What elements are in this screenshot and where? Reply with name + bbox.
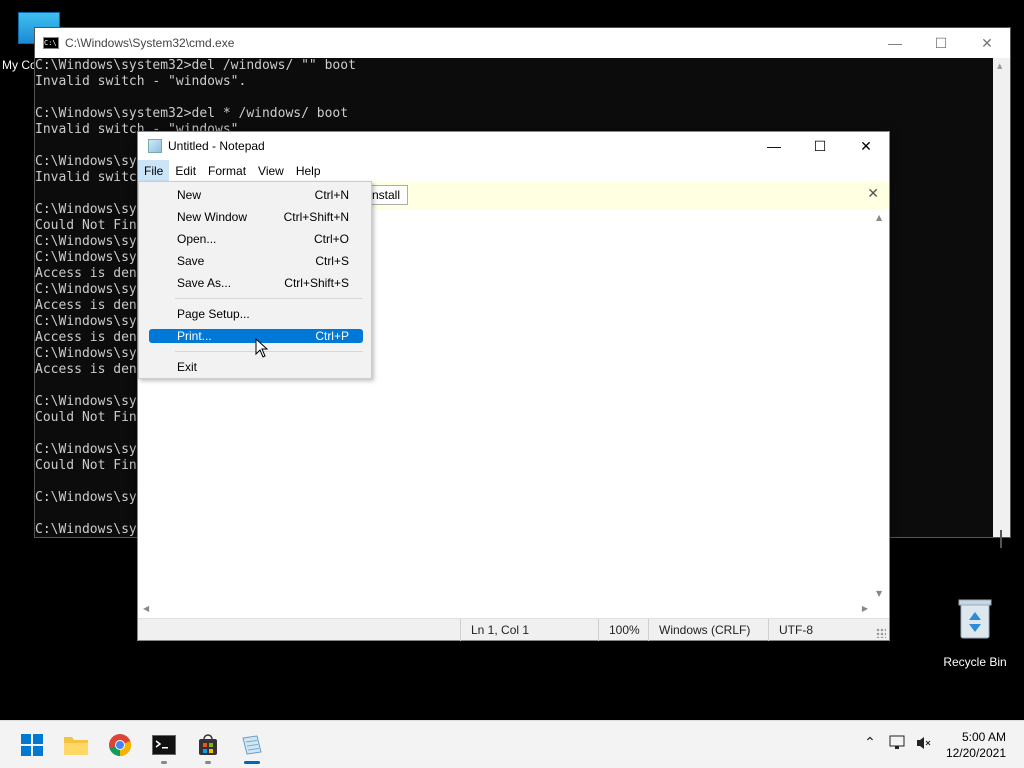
scroll-up-icon[interactable]: ▲: [876, 213, 882, 222]
taskbar-terminal[interactable]: [144, 725, 184, 765]
status-position: Ln 1, Col 1: [460, 619, 598, 641]
console-line: C:\Windows\system32>del * /windows/ boot: [35, 106, 349, 121]
menu-item-label: Print...: [177, 329, 212, 343]
menu-item-save-as[interactable]: Save As... Ctrl+Shift+S: [149, 276, 363, 290]
recycle-bin-label: Recycle Bin: [943, 655, 1007, 669]
start-icon: [21, 734, 43, 756]
network-icon[interactable]: [888, 735, 908, 755]
menu-item-new[interactable]: New Ctrl+N: [149, 188, 363, 202]
status-zoom: 100%: [598, 619, 648, 641]
active-indicator: [244, 761, 260, 764]
menu-item-shortcut: Ctrl+N: [314, 188, 349, 202]
menu-item-label: Save As...: [177, 276, 232, 290]
notepad-vertical-scrollbar[interactable]: ▲ ▼: [872, 209, 889, 602]
menu-separator: [175, 298, 363, 299]
my-computer-label: My Co: [2, 58, 37, 72]
desktop: My Co C:\ C:\Windows\System32\cmd.exe — …: [0, 0, 1024, 768]
notepad-app-icon: [148, 139, 162, 153]
volume-muted-icon[interactable]: [914, 735, 934, 755]
infobar-close-icon[interactable]: ✕: [867, 186, 879, 202]
menu-item-page-setup[interactable]: Page Setup...: [149, 307, 363, 321]
notepad-icon: [242, 735, 262, 755]
chevron-up-icon[interactable]: ⌃: [860, 735, 880, 755]
status-encoding: UTF-8: [768, 619, 868, 641]
scroll-left-icon[interactable]: ◀: [143, 604, 149, 613]
menu-item-exit[interactable]: Exit: [149, 360, 363, 374]
cmd-app-icon: C:\: [43, 37, 59, 49]
recycle-bin-icon: [958, 599, 992, 639]
notepad-minimize-button[interactable]: —: [751, 131, 797, 161]
menu-item-label: Exit: [177, 360, 198, 374]
menu-item-label: Open...: [177, 232, 217, 246]
cmd-scrollbar[interactable]: ▲: [993, 58, 1010, 548]
cmd-scroll-thumb[interactable]: [1000, 530, 1002, 548]
menu-edit[interactable]: Edit: [169, 160, 202, 182]
clock-time: 5:00 AM: [961, 730, 1006, 744]
taskbar-notepad[interactable]: [232, 725, 272, 765]
cmd-title: C:\Windows\System32\cmd.exe: [65, 36, 235, 50]
menu-item-save[interactable]: Save Ctrl+S: [149, 254, 363, 268]
store-icon: [199, 734, 217, 755]
taskbar: ⌃ 5:00 AM 12/20/2021: [0, 720, 1024, 768]
notepad-titlebar[interactable]: Untitled - Notepad — ☐ ✕: [138, 132, 889, 160]
menu-item-open[interactable]: Open... Ctrl+O: [149, 232, 363, 246]
scroll-down-icon[interactable]: ▼: [876, 589, 882, 598]
clock-date: 12/20/2021: [945, 746, 1006, 760]
file-explorer-icon: [64, 737, 88, 755]
scroll-right-icon[interactable]: ▶: [862, 604, 868, 613]
menu-separator: [175, 351, 363, 352]
menu-help[interactable]: Help: [290, 160, 327, 182]
notepad-menubar: File Edit Format View Help: [138, 160, 889, 182]
menu-item-shortcut: Ctrl+Shift+N: [283, 210, 349, 224]
menu-item-shortcut: Ctrl+O: [313, 232, 349, 246]
notepad-statusbar: Ln 1, Col 1 100% Windows (CRLF) UTF-8: [138, 618, 889, 641]
cmd-titlebar[interactable]: C:\ C:\Windows\System32\cmd.exe — ☐ ✕: [35, 28, 1010, 58]
taskbar-store[interactable]: [188, 725, 228, 765]
scroll-up-icon[interactable]: ▲: [997, 62, 1002, 70]
taskbar-file-explorer[interactable]: [56, 725, 96, 765]
start-button[interactable]: [12, 725, 52, 765]
menu-item-label: New: [177, 188, 202, 202]
taskbar-chrome[interactable]: [100, 725, 140, 765]
notepad-maximize-button[interactable]: ☐: [797, 131, 843, 161]
menu-item-shortcut: Ctrl+P: [315, 329, 349, 343]
notepad-title: Untitled - Notepad: [168, 139, 265, 153]
menu-file[interactable]: File: [138, 160, 170, 182]
console-line: Invalid switch - "windows".: [35, 74, 247, 89]
running-indicator: [205, 761, 211, 764]
status-line-ending: Windows (CRLF): [648, 619, 768, 641]
menu-item-new-window[interactable]: New Window Ctrl+Shift+N: [149, 210, 363, 224]
cmd-close-button[interactable]: ✕: [964, 28, 1010, 58]
menu-view[interactable]: View: [252, 160, 290, 182]
menu-item-shortcut: Ctrl+Shift+S: [284, 276, 349, 290]
notepad-close-button[interactable]: ✕: [843, 131, 889, 161]
cmd-maximize-button[interactable]: ☐: [918, 28, 964, 58]
console-line: C:\Windows\system32>del /windows/ "" boo…: [35, 58, 356, 73]
recycle-bin-desktop-icon[interactable]: Recycle Bin: [940, 596, 1010, 669]
menu-item-shortcut: Ctrl+S: [315, 254, 349, 268]
running-indicator: [161, 761, 167, 764]
chrome-icon: [109, 734, 132, 757]
menu-item-label: New Window: [177, 210, 248, 224]
cmd-minimize-button[interactable]: —: [872, 28, 918, 58]
menu-item-label: Save: [177, 254, 205, 268]
resize-grip-icon[interactable]: [876, 628, 886, 638]
terminal-icon: [152, 735, 176, 755]
mouse-cursor-icon: [255, 338, 269, 358]
menu-format[interactable]: Format: [202, 160, 252, 182]
notepad-horizontal-scrollbar[interactable]: ◀ ▶: [138, 602, 872, 618]
menu-item-label: Page Setup...: [177, 307, 250, 321]
clock[interactable]: 5:00 AM 12/20/2021: [946, 729, 1006, 761]
